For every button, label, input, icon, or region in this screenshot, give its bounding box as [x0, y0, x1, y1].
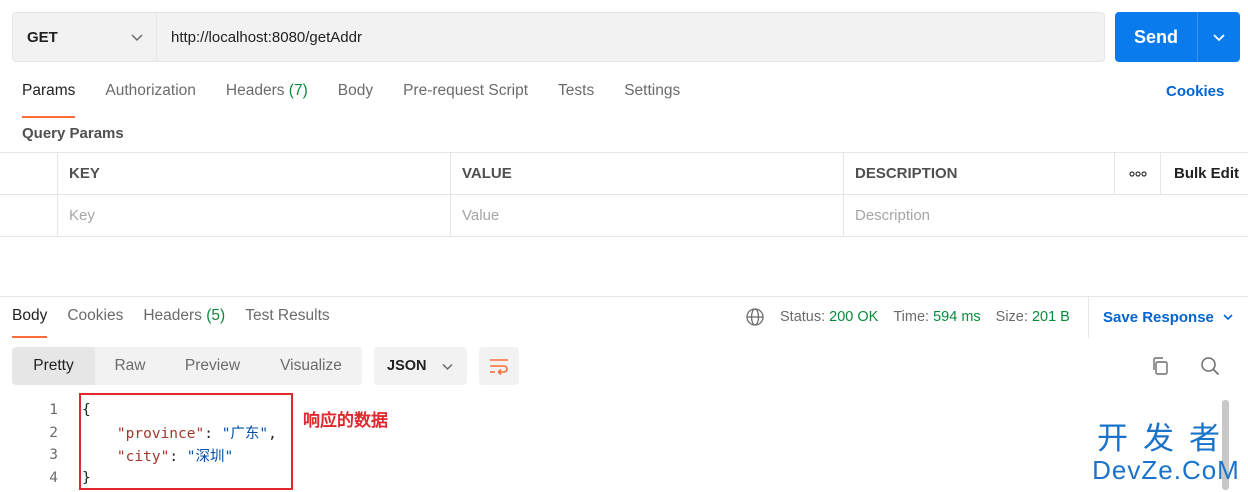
key-input[interactable]: Key: [58, 195, 451, 236]
annotation-label: 响应的数据: [303, 411, 388, 430]
tab-params[interactable]: Params: [22, 82, 76, 118]
save-response-button[interactable]: Save Response: [1088, 296, 1234, 338]
status-text[interactable]: Status: 200 OK: [780, 309, 878, 325]
column-key: KEY: [58, 153, 451, 194]
copy-icon[interactable]: [1150, 356, 1170, 376]
time-text[interactable]: Time: 594 ms: [893, 309, 980, 325]
chevron-down-icon: [442, 363, 453, 370]
watermark: 开发者 DevZe.CoM: [1090, 421, 1242, 485]
column-value: VALUE: [451, 153, 844, 194]
cookies-link[interactable]: Cookies: [1166, 83, 1224, 100]
view-visualize[interactable]: Visualize: [260, 347, 362, 385]
globe-icon[interactable]: [745, 307, 765, 327]
headers-count: (7): [288, 82, 308, 99]
tab-settings[interactable]: Settings: [624, 82, 680, 112]
url-input[interactable]: http://localhost:8080/getAddr: [157, 13, 1104, 61]
wrap-lines-button[interactable]: [479, 347, 519, 385]
tab-headers[interactable]: Headers (7): [226, 82, 308, 112]
chevron-down-icon: [1213, 34, 1225, 42]
line-number: 1: [49, 402, 58, 419]
line-number: 4: [49, 469, 58, 486]
column-description: DESCRIPTION: [844, 153, 1115, 194]
method-label: GET: [27, 28, 58, 46]
tab-response-cookies[interactable]: Cookies: [67, 307, 123, 337]
annotation-box: [79, 393, 293, 490]
value-input[interactable]: Value: [451, 195, 844, 236]
request-tabs: Params Authorization Headers (7) Body Pr…: [22, 82, 710, 118]
chevron-down-icon: [1223, 314, 1233, 321]
chevron-down-icon: [131, 34, 143, 42]
response-status: Status: 200 OK Time: 594 ms Size: 201 B: [745, 307, 1085, 327]
response-headers-count: (5): [206, 307, 226, 324]
row-checkbox: [0, 195, 58, 236]
view-preview[interactable]: Preview: [165, 347, 260, 385]
tab-pre-request-script[interactable]: Pre-request Script: [403, 82, 528, 112]
pane-divider[interactable]: [0, 296, 1248, 297]
view-raw[interactable]: Raw: [95, 347, 165, 385]
tab-tests[interactable]: Tests: [558, 82, 594, 112]
request-bar: GET http://localhost:8080/getAddr: [12, 12, 1105, 62]
send-dropdown[interactable]: [1198, 12, 1240, 62]
search-icon[interactable]: [1200, 356, 1220, 376]
save-response-label: Save Response: [1103, 308, 1214, 326]
table-row: Key Value Description: [0, 195, 1248, 237]
checkbox-column: [0, 153, 58, 194]
more-options-icon[interactable]: [1115, 153, 1161, 194]
tab-authorization[interactable]: Authorization: [105, 82, 195, 112]
tab-response-headers[interactable]: Headers (5): [143, 307, 225, 337]
format-label: JSON: [387, 358, 427, 374]
line-number: 2: [49, 424, 58, 441]
size-text[interactable]: Size: 201 B: [996, 309, 1070, 325]
view-pretty[interactable]: Pretty: [12, 347, 95, 385]
method-select[interactable]: GET: [13, 13, 157, 61]
watermark-cn: 开发者: [1097, 421, 1235, 456]
wrap-lines-icon: [490, 359, 508, 376]
response-tabs: Body Cookies Headers (5) Test Results: [12, 307, 350, 338]
tab-body[interactable]: Body: [338, 82, 373, 112]
send-button[interactable]: Send: [1115, 12, 1240, 62]
format-select[interactable]: JSON: [374, 347, 467, 385]
params-table: KEY VALUE DESCRIPTION Bulk Edit Key Valu…: [0, 152, 1248, 237]
view-mode-selector: Pretty Raw Preview Visualize: [12, 347, 362, 385]
query-params-title: Query Params: [22, 125, 124, 142]
table-header-row: KEY VALUE DESCRIPTION Bulk Edit: [0, 153, 1248, 195]
tab-response-body[interactable]: Body: [12, 307, 48, 338]
send-label: Send: [1115, 12, 1198, 62]
watermark-en: DevZe.CoM: [1092, 455, 1240, 485]
description-input[interactable]: Description: [844, 195, 1248, 236]
tab-test-results[interactable]: Test Results: [245, 307, 329, 337]
line-number: 3: [49, 447, 58, 464]
bulk-edit-button[interactable]: Bulk Edit: [1161, 153, 1248, 194]
